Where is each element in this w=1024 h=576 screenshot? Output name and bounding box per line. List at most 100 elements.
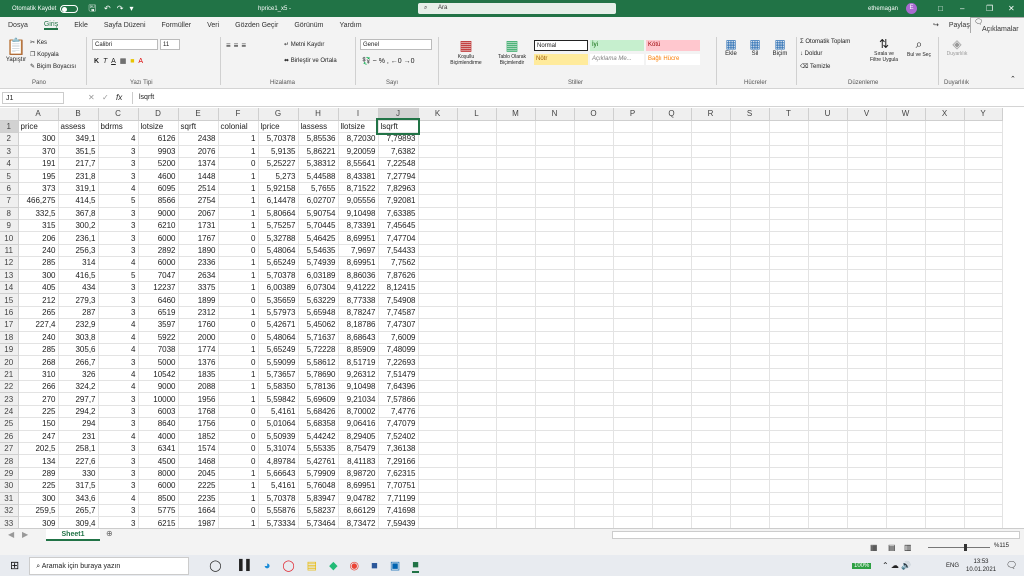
cell-t6[interactable] [769,182,809,196]
cell-u32[interactable] [808,504,848,518]
cell-g8[interactable]: 5,80664 [258,207,299,221]
cell-b28[interactable]: 227,6 [58,454,99,468]
cell-e11[interactable]: 1890 [178,244,219,258]
column-header-q[interactable]: Q [652,108,692,121]
cell-n26[interactable] [535,430,575,444]
cell-q19[interactable] [652,343,692,357]
cell-b3[interactable]: 351,5 [58,145,99,159]
font-size-select[interactable]: 11 [160,39,180,50]
cell-v10[interactable] [847,231,887,245]
cell-r12[interactable] [691,256,731,270]
cell-n25[interactable] [535,417,575,431]
cell-x20[interactable] [925,355,965,369]
cell-t32[interactable] [769,504,809,518]
cell-u25[interactable] [808,417,848,431]
cell-a31[interactable]: 300 [18,492,59,506]
cell-x30[interactable] [925,479,965,493]
cell-q4[interactable] [652,157,692,171]
cell-d18[interactable]: 5922 [138,331,179,344]
cell-a4[interactable]: 191 [18,157,59,171]
cell-m32[interactable] [496,504,536,518]
cell-q8[interactable] [652,207,692,221]
cell-k27[interactable] [418,442,458,456]
cell-k12[interactable] [418,256,458,270]
cell-j25[interactable]: 7,47079 [378,417,419,431]
cell-t30[interactable] [769,479,809,493]
cell-v13[interactable] [847,269,887,282]
row-header[interactable]: 4 [0,157,19,171]
cell-m19[interactable] [496,343,536,357]
cell-d8[interactable]: 9000 [138,207,179,221]
cell-d28[interactable]: 4500 [138,454,179,468]
cell-d14[interactable]: 12237 [138,281,179,295]
cell-j1[interactable]: lsqrft [376,118,420,135]
cell-t23[interactable] [769,392,809,406]
cell-j27[interactable]: 7,36138 [378,442,419,456]
cell-c29[interactable]: 3 [98,467,139,481]
cell-x19[interactable] [925,343,965,357]
cell-c33[interactable]: 3 [98,516,139,528]
cell-u2[interactable] [808,132,848,146]
cell-q30[interactable] [652,479,692,493]
notification-icon[interactable]: 🗨 [1006,560,1017,571]
cell-p11[interactable] [613,244,653,258]
cell-u6[interactable] [808,182,848,196]
cell-y23[interactable] [964,392,1003,406]
cell-p32[interactable] [613,504,653,518]
row-header[interactable]: 8 [0,207,19,221]
cell-r25[interactable] [691,417,731,431]
cell-s26[interactable] [730,430,770,444]
cell-o14[interactable] [574,281,614,295]
cell-f29[interactable]: 1 [218,467,259,481]
cell-o25[interactable] [574,417,614,431]
cell-v33[interactable] [847,516,887,528]
cell-r22[interactable] [691,380,731,394]
cell-c30[interactable]: 3 [98,479,139,493]
cell-l10[interactable] [457,231,497,245]
cell-w17[interactable] [886,318,926,332]
cell-t26[interactable] [769,430,809,444]
cell-i1[interactable]: llotsize [338,120,379,134]
cell-m24[interactable] [496,405,536,419]
cell-k23[interactable] [418,392,458,406]
cell-p25[interactable] [613,417,653,431]
cell-h24[interactable]: 5,68426 [298,405,339,419]
cell-r7[interactable] [691,194,731,208]
cell-i27[interactable]: 8,75479 [338,442,379,456]
cell-r1[interactable] [691,120,731,134]
cell-e13[interactable]: 2634 [178,269,219,282]
cell-e32[interactable]: 1664 [178,504,219,518]
cell-l27[interactable] [457,442,497,456]
cell-v31[interactable] [847,492,887,506]
cell-o4[interactable] [574,157,614,171]
cell-t18[interactable] [769,331,809,344]
cell-n9[interactable] [535,219,575,233]
cell-b10[interactable]: 236,1 [58,231,99,245]
cell-x3[interactable] [925,145,965,159]
cell-i11[interactable]: 7,9697 [338,244,379,258]
cell-m2[interactable] [496,132,536,146]
row-header[interactable]: 1 [0,120,19,134]
cell-t17[interactable] [769,318,809,332]
cell-f32[interactable]: 0 [218,504,259,518]
cell-v1[interactable] [847,120,887,134]
cell-m5[interactable] [496,169,536,183]
column-header-f[interactable]: F [218,108,259,121]
cell-q9[interactable] [652,219,692,233]
cell-h31[interactable]: 5,83947 [298,492,339,506]
cut-button[interactable]: ✂ Kes [30,39,47,46]
cell-m6[interactable] [496,182,536,196]
cell-s29[interactable] [730,467,770,481]
cell-l24[interactable] [457,405,497,419]
cell-w7[interactable] [886,194,926,208]
cell-v27[interactable] [847,442,887,456]
cell-y6[interactable] [964,182,1003,196]
cell-y19[interactable] [964,343,1003,357]
cell-p30[interactable] [613,479,653,493]
cell-a26[interactable]: 247 [18,430,59,444]
cell-c3[interactable]: 3 [98,145,139,159]
cell-v4[interactable] [847,157,887,171]
cell-p29[interactable] [613,467,653,481]
cell-l20[interactable] [457,355,497,369]
cell-y13[interactable] [964,269,1003,282]
